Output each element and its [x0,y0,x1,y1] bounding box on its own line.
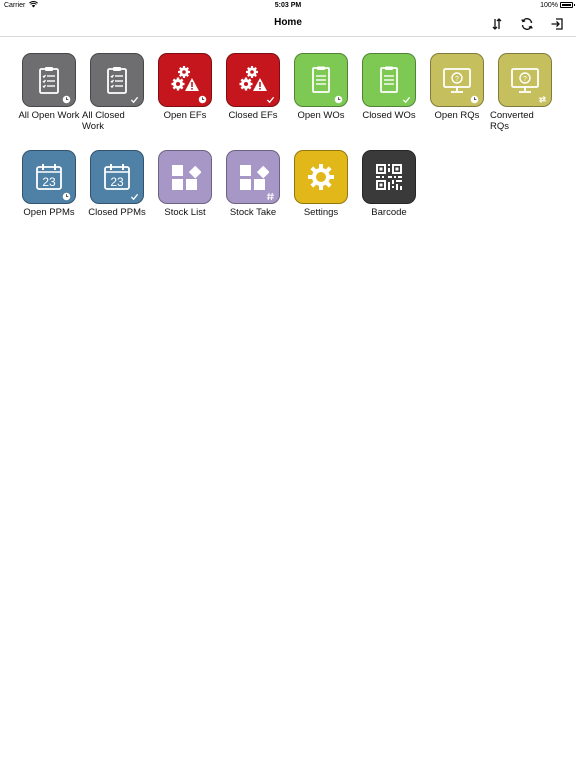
tile-icon-box [226,150,280,204]
tile-label: All Closed Work [82,110,125,132]
svg-text:23: 23 [42,175,56,189]
clock-badge-icon [62,95,71,104]
clipboard-icon [39,67,59,94]
tile-icon-box: ? [498,53,552,107]
convert-badge-icon [538,95,547,104]
calendar-icon: 23 [104,164,130,190]
check-badge-icon [402,96,411,104]
monitor-question-icon: ? [443,68,471,93]
home-menu-grid: All Open Work All Closed Work Open EFs C… [0,0,576,768]
tile-label: Converted RQs [490,110,534,132]
svg-text:?: ? [523,76,527,83]
tile-label: Barcode [371,207,407,218]
blocks-icon [172,165,201,190]
gears-warning-icon [239,66,267,91]
calendar-icon: 23 [36,164,62,190]
hash-badge-icon [266,192,275,201]
clipboard-icon [107,67,127,94]
monitor-question-icon: ? [511,68,539,93]
tile-icon-box [294,53,348,107]
blocks-icon [240,165,269,190]
check-badge-icon [266,96,275,104]
tile-label: All Open Work [18,110,80,121]
tile-icon-box: ? [430,53,484,107]
clock-badge-icon [470,95,479,104]
document-icon [380,66,398,93]
tile-icon-box [294,150,348,204]
check-badge-icon [130,193,139,201]
tile-icon-box [158,53,212,107]
tile-label: Open RQs [434,110,480,121]
check-badge-icon [130,96,139,104]
tile-icon-box [90,53,144,107]
tile-icon-box [362,53,416,107]
clock-badge-icon [334,95,343,104]
clock-badge-icon [62,192,71,201]
tile-icon-box [362,150,416,204]
document-icon [312,66,330,93]
clock-badge-icon [198,95,207,104]
tile-icon-box: 23 [90,150,144,204]
svg-text:23: 23 [110,175,124,189]
gears-warning-icon [171,66,199,91]
tile-icon-box [22,53,76,107]
tile-icon-box: 23 [22,150,76,204]
gear-icon [308,164,334,190]
svg-text:?: ? [455,76,459,83]
qr-code-icon [376,164,402,190]
tile-icon-box [226,53,280,107]
tile-icon-box [158,150,212,204]
